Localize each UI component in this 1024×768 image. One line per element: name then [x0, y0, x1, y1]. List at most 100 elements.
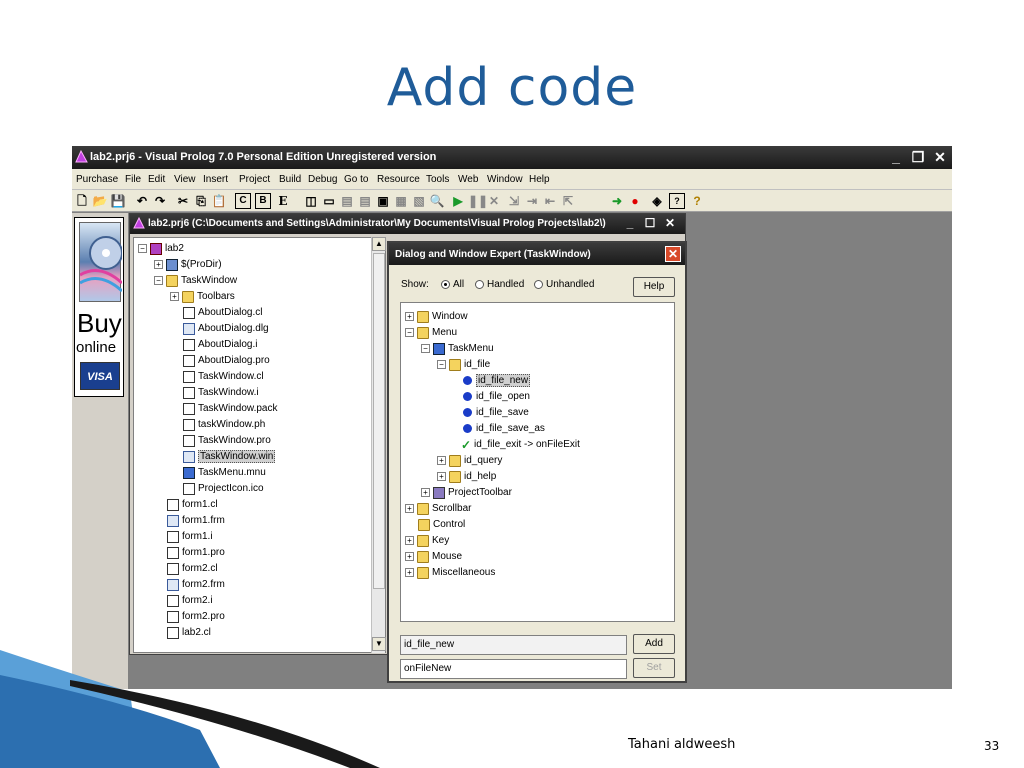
tree-node-file[interactable]: TaskWindow.cl: [183, 369, 264, 384]
menu-debug[interactable]: Debug: [308, 174, 337, 185]
form-icon[interactable]: ▤: [339, 193, 355, 209]
menu-resource-icon[interactable]: ▤: [357, 193, 373, 209]
project-tree-scrollbar[interactable]: ▲ ▼: [371, 237, 386, 653]
menu-web[interactable]: Web: [458, 174, 478, 185]
set-button[interactable]: Set: [633, 658, 675, 678]
build-icon[interactable]: B: [255, 193, 271, 209]
help-button[interactable]: Help: [633, 277, 675, 297]
tree-node-file[interactable]: form1.i: [167, 529, 213, 544]
tree-node-file[interactable]: ProjectIcon.ico: [183, 481, 264, 496]
tree-node-window[interactable]: + Window: [405, 309, 468, 324]
save-icon[interactable]: 💾: [110, 193, 126, 209]
menu-window[interactable]: Window: [487, 174, 523, 185]
buy-online-banner[interactable]: Buy online VISA: [74, 217, 124, 397]
tree-node-file-selected[interactable]: TaskWindow.win: [183, 449, 276, 464]
tree-node-lab2[interactable]: − lab2: [138, 241, 184, 256]
minimize-button[interactable]: _: [888, 149, 904, 165]
new-file-icon[interactable]: 🗋: [74, 193, 90, 209]
redo-icon[interactable]: ↷: [152, 193, 168, 209]
add-button[interactable]: Add: [633, 634, 675, 654]
tree-node-file[interactable]: form1.pro: [167, 545, 225, 560]
tree-node-id-query[interactable]: + id_query: [437, 453, 502, 468]
menu-insert[interactable]: Insert: [203, 174, 228, 185]
tree-node-file[interactable]: form1.cl: [167, 497, 218, 512]
expand-icon[interactable]: +: [405, 552, 414, 561]
browser-icon[interactable]: ◈: [649, 193, 665, 209]
toolbar-resource-icon[interactable]: ▣: [375, 193, 391, 209]
tree-node-key[interactable]: + Key: [405, 533, 449, 548]
expand-icon[interactable]: +: [170, 292, 179, 301]
tree-node-taskwindow[interactable]: − TaskWindow: [154, 273, 237, 288]
tree-node-id-file[interactable]: − id_file: [437, 357, 490, 372]
window-resource-icon[interactable]: ▭: [321, 193, 337, 209]
tree-node-control[interactable]: Control: [418, 517, 465, 532]
collapse-icon[interactable]: −: [437, 360, 446, 369]
expand-icon[interactable]: +: [437, 472, 446, 481]
collapse-icon[interactable]: −: [154, 276, 163, 285]
execute-icon[interactable]: E: [275, 193, 291, 209]
tree-node-file[interactable]: TaskWindow.i: [183, 385, 259, 400]
project-minimize-button[interactable]: _: [623, 216, 637, 230]
step-out-icon[interactable]: ⇤: [542, 193, 558, 209]
tree-node-id-file-open[interactable]: id_file_open: [461, 389, 530, 404]
radio-handled[interactable]: Handled: [475, 279, 524, 290]
scroll-up-icon[interactable]: ▲: [372, 237, 386, 251]
tree-node-file[interactable]: TaskMenu.mnu: [183, 465, 266, 480]
open-folder-icon[interactable]: 📂: [92, 193, 108, 209]
find-file-icon[interactable]: 🔍: [429, 193, 445, 209]
restore-button[interactable]: ❐: [910, 149, 926, 165]
expand-icon[interactable]: +: [405, 536, 414, 545]
project-close-button[interactable]: ✕: [663, 216, 677, 230]
bitmap-icon[interactable]: ▦: [393, 193, 409, 209]
tree-node-file[interactable]: TaskWindow.pack: [183, 401, 277, 416]
menu-tools[interactable]: Tools: [426, 174, 449, 185]
tree-node-file[interactable]: form2.frm: [167, 577, 225, 592]
tree-node-id-file-exit[interactable]: ✓ id_file_exit -> onFileExit: [461, 437, 580, 452]
expand-icon[interactable]: +: [437, 456, 446, 465]
tree-node-file[interactable]: form2.i: [167, 593, 213, 608]
dialog-icon[interactable]: ◫: [303, 193, 319, 209]
menu-help[interactable]: Help: [529, 174, 550, 185]
tree-node-file[interactable]: AboutDialog.pro: [183, 353, 270, 368]
paste-icon[interactable]: 📋: [211, 193, 227, 209]
close-button[interactable]: ✕: [932, 149, 948, 165]
expand-icon[interactable]: +: [154, 260, 163, 269]
expand-icon[interactable]: +: [405, 504, 414, 513]
expand-icon[interactable]: +: [405, 568, 414, 577]
undo-icon[interactable]: ↶: [134, 193, 150, 209]
tree-node-file[interactable]: AboutDialog.dlg: [183, 321, 269, 336]
run-to-cursor-icon[interactable]: ⇱: [560, 193, 576, 209]
step-over-icon[interactable]: ⇥: [524, 193, 540, 209]
collapse-icon[interactable]: −: [421, 344, 430, 353]
tree-node-menu[interactable]: − Menu: [405, 325, 457, 340]
go-icon[interactable]: ➜: [609, 193, 625, 209]
menu-resource[interactable]: Resource: [377, 174, 420, 185]
icon-resource-icon[interactable]: ▧: [411, 193, 427, 209]
project-maximize-button[interactable]: ☐: [643, 216, 657, 230]
scrollbar-thumb[interactable]: [373, 253, 385, 589]
cut-icon[interactable]: ✂: [175, 193, 191, 209]
tree-node-project-toolbar[interactable]: + ProjectToolbar: [421, 485, 512, 500]
help-topics-icon[interactable]: ?: [669, 193, 685, 209]
tree-node-toolbars[interactable]: + Toolbars: [170, 289, 235, 304]
tree-node-mouse[interactable]: + Mouse: [405, 549, 462, 564]
expand-icon[interactable]: +: [405, 312, 414, 321]
run-icon[interactable]: ▶: [450, 193, 466, 209]
menu-build[interactable]: Build: [279, 174, 301, 185]
tree-node-taskmenu[interactable]: − TaskMenu: [421, 341, 494, 356]
tree-node-file[interactable]: form2.pro: [167, 609, 225, 624]
tree-node-file[interactable]: form1.frm: [167, 513, 225, 528]
tree-node-miscellaneous[interactable]: + Miscellaneous: [405, 565, 495, 580]
menu-view[interactable]: View: [174, 174, 196, 185]
collapse-icon[interactable]: −: [405, 328, 414, 337]
step-into-icon[interactable]: ⇲: [506, 193, 522, 209]
tree-node-file[interactable]: form2.cl: [167, 561, 218, 576]
tree-node-id-help[interactable]: + id_help: [437, 469, 496, 484]
menu-goto[interactable]: Go to: [344, 174, 368, 185]
tree-node-id-file-new[interactable]: id_file_new: [461, 373, 531, 388]
tree-node-file[interactable]: AboutDialog.i: [183, 337, 257, 352]
stop-icon[interactable]: ✕: [486, 193, 502, 209]
copy-icon[interactable]: ⎘: [193, 193, 209, 209]
radio-unhandled[interactable]: Unhandled: [534, 279, 594, 290]
tree-node-id-file-save-as[interactable]: id_file_save_as: [461, 421, 545, 436]
